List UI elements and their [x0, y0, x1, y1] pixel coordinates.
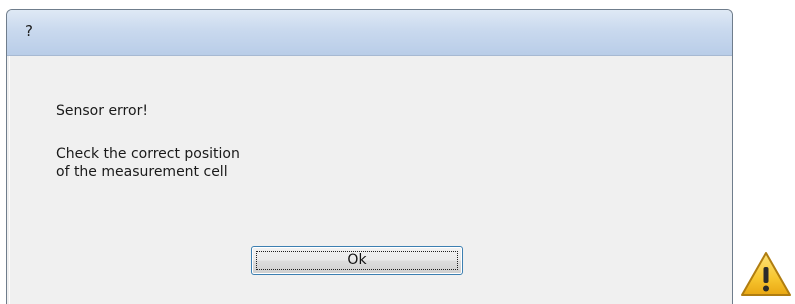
message-dialog: ? Sensor error! Check the correct positi… — [6, 9, 733, 304]
dialog-body: Sensor error! Check the correct position… — [9, 56, 730, 304]
error-detail-line-2: of the measurement cell — [56, 164, 228, 180]
error-detail-line-1: Check the correct position — [56, 146, 240, 162]
ok-button-label: Ok — [347, 252, 367, 268]
error-heading: Sensor error! — [56, 103, 148, 119]
ok-button[interactable]: Ok — [251, 246, 463, 275]
dialog-title: ? — [25, 22, 33, 40]
screen: ? Sensor error! Check the correct positi… — [0, 0, 795, 304]
warning-icon — [741, 252, 791, 296]
dialog-titlebar[interactable]: ? — [7, 10, 732, 56]
